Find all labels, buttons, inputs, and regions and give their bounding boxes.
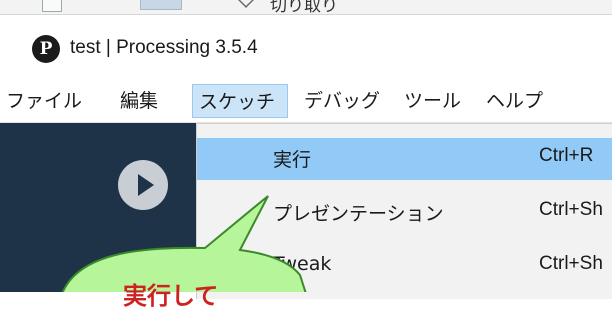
- background-window-strip: 切り取り: [0, 0, 612, 15]
- menu-item-label: Tweak: [273, 253, 332, 275]
- menu-bar: ファイル 編集 スケッチ デバッグ ツール ヘルプ: [0, 80, 612, 123]
- menu-sketch[interactable]: スケッチ: [192, 84, 288, 118]
- play-icon: [138, 174, 154, 196]
- menu-debug[interactable]: デバッグ: [298, 84, 386, 118]
- menu-item-shortcut: Ctrl+Sh: [539, 199, 603, 220]
- editor-toolbar: [0, 123, 196, 292]
- checkmark-icon: [238, 0, 254, 8]
- menu-item-label: 実行: [273, 149, 312, 171]
- menu-item-tweak[interactable]: Tweak Ctrl+Sh: [197, 246, 612, 288]
- callout-text: 実行して: [123, 282, 219, 310]
- folder-icon: [140, 0, 182, 10]
- menu-edit[interactable]: 編集: [114, 84, 164, 118]
- menu-tools[interactable]: ツール: [398, 84, 467, 118]
- menu-item-label: プレゼンテーション: [273, 203, 444, 225]
- window-title: test | Processing 3.5.4: [70, 37, 258, 58]
- menu-item-shortcut: Ctrl+Sh: [539, 253, 603, 274]
- background-window-text: 切り取り: [270, 0, 338, 15]
- menu-item-present[interactable]: プレゼンテーション Ctrl+Sh: [197, 192, 612, 234]
- logo-letter: P: [39, 38, 53, 59]
- menu-help[interactable]: ヘルプ: [480, 84, 549, 118]
- sketch-dropdown-menu: 実行 Ctrl+R プレゼンテーション Ctrl+Sh Tweak Ctrl+S…: [196, 123, 612, 299]
- window-titlebar: P test | Processing 3.5.4: [0, 15, 612, 75]
- menu-item-run[interactable]: 実行 Ctrl+R: [197, 138, 612, 180]
- processing-logo-icon: P: [32, 35, 60, 63]
- run-button[interactable]: [118, 160, 168, 210]
- document-icon: [42, 0, 62, 12]
- menu-item-shortcut: Ctrl+R: [539, 145, 594, 166]
- menu-file[interactable]: ファイル: [0, 84, 88, 118]
